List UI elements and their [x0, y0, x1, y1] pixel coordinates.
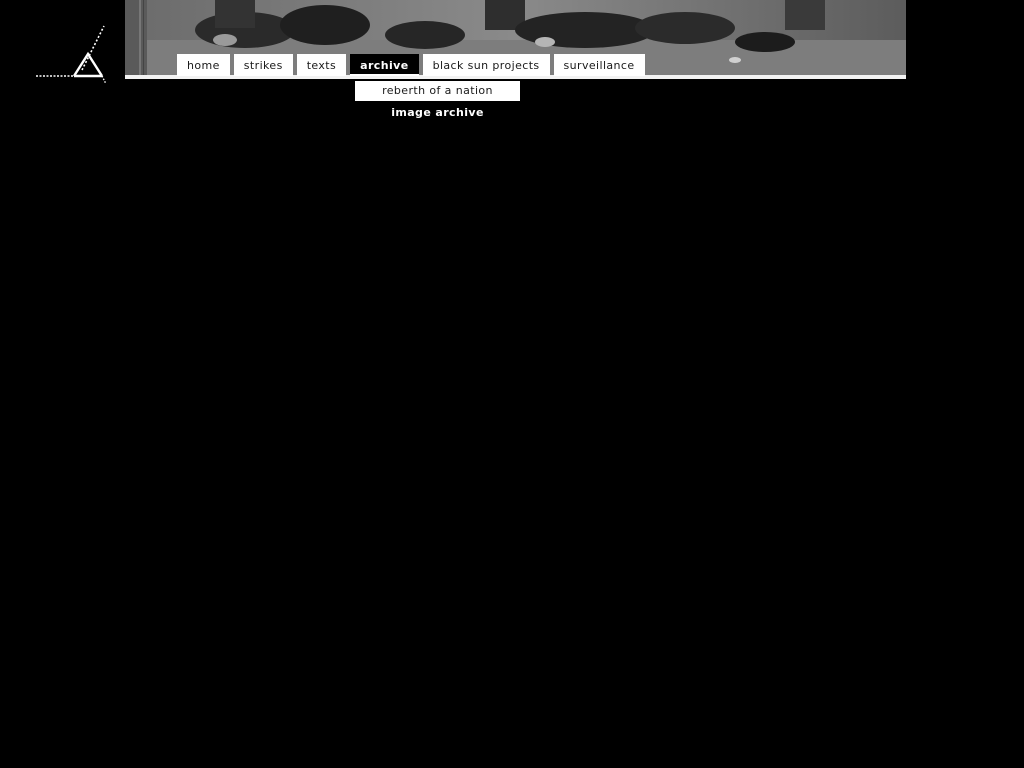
- tab-home[interactable]: home: [177, 54, 230, 76]
- site-logo-link[interactable]: [34, 22, 110, 88]
- tab-archive[interactable]: archive: [350, 54, 419, 76]
- archive-submenu: reberth of a nation image archive: [355, 81, 520, 123]
- triangle-logo-icon: [36, 25, 107, 85]
- main-nav: home strikes texts archive black sun pro…: [177, 54, 645, 76]
- tab-texts[interactable]: texts: [296, 54, 347, 76]
- submenu-item-reberth-of-a-nation[interactable]: reberth of a nation: [355, 81, 520, 101]
- tab-surveillance[interactable]: surveillance: [553, 54, 645, 76]
- tab-black-sun-projects[interactable]: black sun projects: [422, 54, 550, 76]
- tab-strikes[interactable]: strikes: [233, 54, 293, 76]
- page: home strikes texts archive black sun pro…: [0, 0, 1024, 768]
- submenu-item-image-archive[interactable]: image archive: [355, 103, 520, 123]
